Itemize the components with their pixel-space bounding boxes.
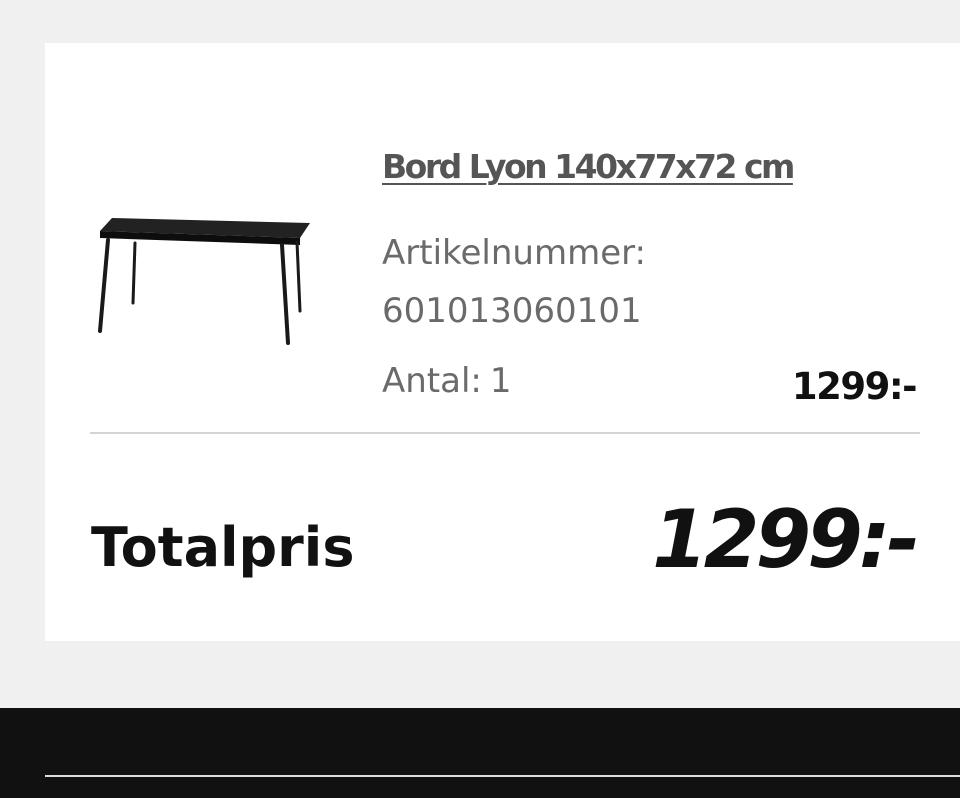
product-image[interactable]: [90, 203, 310, 353]
footer: [0, 708, 960, 798]
total-price: 1299:-: [652, 493, 920, 586]
cart-summary-card: Bord Lyon 140x77x72 cm Artikelnummer: 60…: [45, 43, 960, 641]
total-label: Totalpris: [91, 516, 355, 579]
article-number-label: Artikelnummer:: [382, 233, 646, 273]
item-price: 1299:-: [791, 365, 918, 408]
article-number-value: 601013060101: [382, 291, 642, 331]
footer-divider: [45, 775, 960, 777]
quantity: Antal: 1: [382, 361, 512, 401]
dining-table-icon: [98, 218, 310, 345]
divider: [90, 432, 920, 434]
product-title-link[interactable]: Bord Lyon 140x77x72 cm: [382, 147, 795, 186]
quantity-label: Antal:: [382, 361, 482, 401]
quantity-value: 1: [489, 361, 512, 401]
